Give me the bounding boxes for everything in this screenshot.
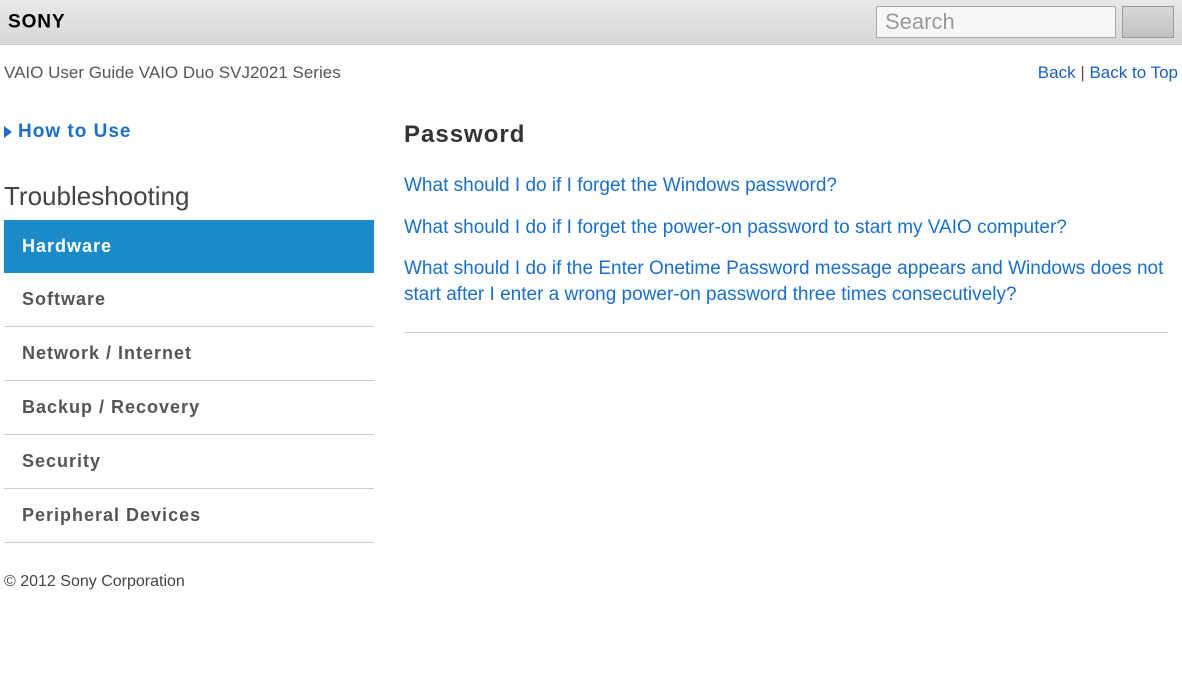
separator: | <box>1076 63 1090 82</box>
search-button[interactable] <box>1122 6 1174 38</box>
sidebar-item-software[interactable]: Software <box>4 273 374 327</box>
sidebar-menu: Hardware Software Network / Internet Bac… <box>4 220 374 543</box>
content: How to Use Troubleshooting Hardware Soft… <box>0 101 1182 543</box>
sony-logo: SONY <box>8 11 138 33</box>
divider <box>404 332 1168 333</box>
sidebar-item-security[interactable]: Security <box>4 435 374 489</box>
search-input[interactable] <box>876 6 1116 38</box>
copyright: © 2012 Sony Corporation <box>4 573 185 590</box>
article-link[interactable]: What should I do if I forget the power-o… <box>404 215 1168 241</box>
arrow-right-icon <box>4 126 12 138</box>
sidebar: How to Use Troubleshooting Hardware Soft… <box>4 121 404 543</box>
article-link[interactable]: What should I do if I forget the Windows… <box>404 173 1168 199</box>
sidebar-item-hardware[interactable]: Hardware <box>4 220 374 273</box>
footer: © 2012 Sony Corporation <box>0 543 1182 621</box>
article-title: Password <box>404 121 1168 149</box>
search-area <box>876 6 1174 38</box>
main-content: Password What should I do if I forget th… <box>404 121 1178 543</box>
logo-text: SONY <box>8 12 65 33</box>
guide-title: VAIO User Guide VAIO Duo SVJ2021 Series <box>4 63 341 83</box>
subheader: VAIO User Guide VAIO Duo SVJ2021 Series … <box>0 45 1182 101</box>
sidebar-item-peripheral[interactable]: Peripheral Devices <box>4 489 374 543</box>
section-title: Troubleshooting <box>4 181 374 212</box>
how-to-use-label: How to Use <box>18 121 131 143</box>
header: SONY <box>0 0 1182 45</box>
sidebar-item-network[interactable]: Network / Internet <box>4 327 374 381</box>
back-link[interactable]: Back <box>1038 63 1076 82</box>
back-to-top-link[interactable]: Back to Top <box>1089 63 1178 82</box>
article-link[interactable]: What should I do if the Enter Onetime Pa… <box>404 256 1168 307</box>
how-to-use-link[interactable]: How to Use <box>4 121 374 143</box>
nav-links: Back | Back to Top <box>1038 63 1178 83</box>
sidebar-item-backup[interactable]: Backup / Recovery <box>4 381 374 435</box>
